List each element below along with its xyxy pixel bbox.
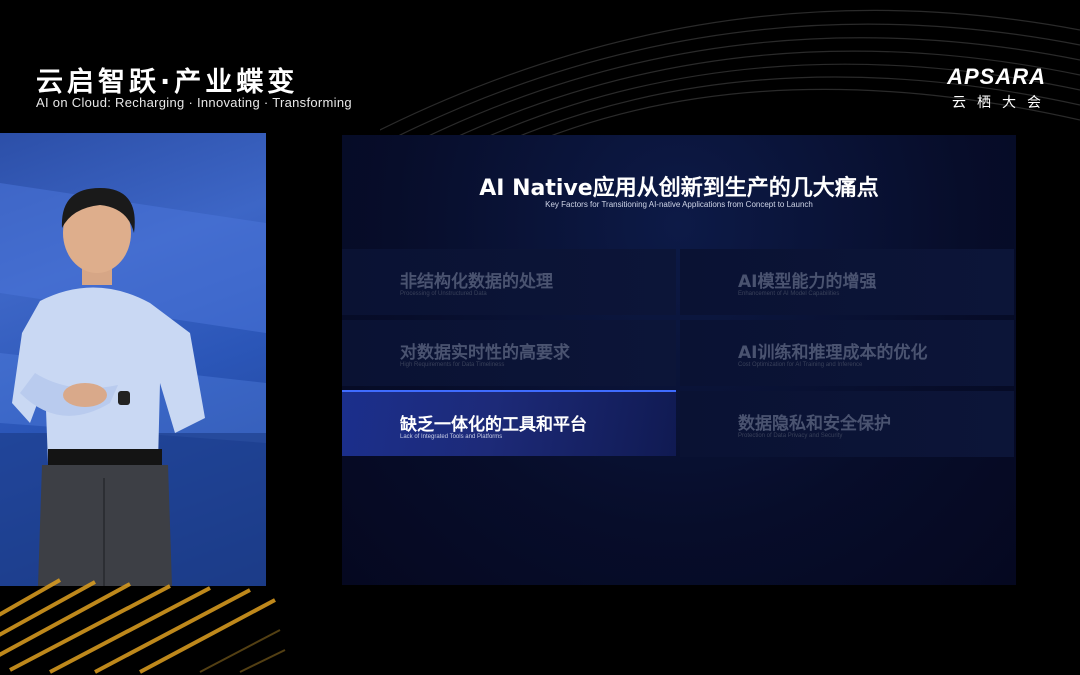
pain-point-subtitle: Lack of Integrated Tools and Platforms [400,434,503,440]
event-title: 云启智跃·产业蝶变 [36,67,299,98]
pain-point-title: AI训练和推理成本的优化 [738,343,928,363]
pain-point-subtitle: Protection of Data Privacy and Security [738,433,843,439]
pain-point-title: 对数据实时性的高要求 [400,343,570,363]
logo-chinese: 云栖大会 [952,95,1052,111]
apsara-logo: APSARA 云栖大会 [947,64,1046,112]
pain-point-subtitle: Cost Optimization for AI Training and In… [738,362,863,368]
speaker-image [0,183,266,586]
decorative-stripes [0,578,286,674]
logo-text: APSARA [947,64,1046,89]
pain-point-subtitle: Enhancement of AI Model Capabilities [738,291,840,297]
pain-point-subtitle: Processing of Unstructured Data [400,291,487,297]
pain-point-title: 缺乏一体化的工具和平台 [400,415,587,435]
pain-point-subtitle: High Requirements for Data Timeliness [400,362,505,368]
pain-point-title: 非结构化数据的处理 [400,272,553,292]
slide-title: AI Native应用从创新到生产的几大痛点 [479,176,879,201]
pain-point-card: 数据隐私和安全保护 Protection of Data Privacy and… [680,391,1014,457]
pain-point-card: 对数据实时性的高要求 High Requirements for Data Ti… [342,320,676,386]
pain-point-card: AI模型能力的增强 Enhancement of AI Model Capabi… [680,249,1014,315]
pain-point-card-active: 缺乏一体化的工具和平台 Lack of Integrated Tools and… [342,390,676,456]
pain-point-title: 数据隐私和安全保护 [738,414,891,434]
pain-point-card: 非结构化数据的处理 Processing of Unstructured Dat… [342,249,676,315]
pain-point-card: AI训练和推理成本的优化 Cost Optimization for AI Tr… [680,320,1014,386]
speaker-video [0,133,266,586]
event-subtitle: AI on Cloud: Recharging · Innovating · T… [36,95,352,110]
pain-point-title: AI模型能力的增强 [738,272,877,292]
slide-subtitle: Key Factors for Transitioning AI-native … [545,200,813,209]
